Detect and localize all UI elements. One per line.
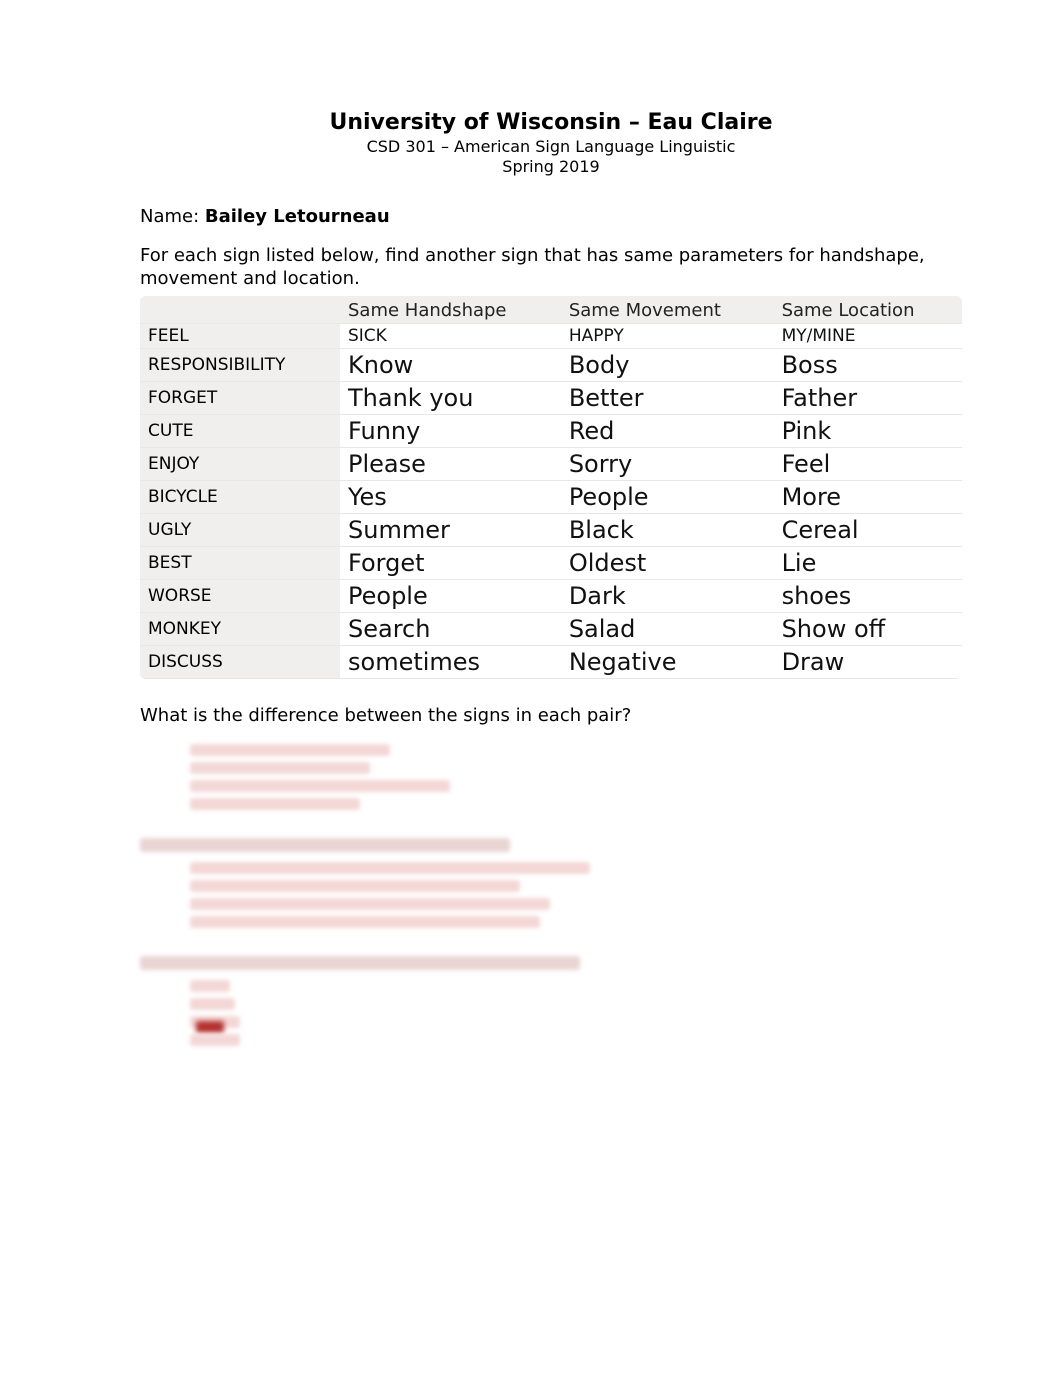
student-name-line: Name: Bailey Letourneau [140,206,962,227]
movement-cell: Dark [561,580,774,613]
handshape-cell: Funny [340,415,561,448]
location-cell: Draw [774,646,962,679]
col-sign-header [140,296,340,324]
table-row: FEELSICKHAPPYMY/MINE [140,324,962,349]
location-cell: Boss [774,349,962,382]
sign-cell: WORSE [140,580,340,613]
obscured-answers-2 [190,838,962,928]
movement-cell: Oldest [561,547,774,580]
location-cell: More [774,481,962,514]
table-row: FORGETThank youBetterFather [140,382,962,415]
movement-cell: HAPPY [561,324,774,349]
movement-cell: People [561,481,774,514]
course-line: CSD 301 – American Sign Language Linguis… [140,137,962,156]
university-title: University of Wisconsin – Eau Claire [140,110,962,135]
handshape-cell: Forget [340,547,561,580]
handshape-cell: Search [340,613,561,646]
col-handshape-header: Same Handshape [340,296,561,324]
table-row: ENJOYPleaseSorryFeel [140,448,962,481]
table-row: BESTForgetOldestLie [140,547,962,580]
sign-cell: CUTE [140,415,340,448]
handshape-cell: Yes [340,481,561,514]
handshape-cell: Know [340,349,561,382]
sign-cell: BEST [140,547,340,580]
table-row: DISCUSSsometimesNegativeDraw [140,646,962,679]
movement-cell: Better [561,382,774,415]
sign-cell: FORGET [140,382,340,415]
handshape-cell: sometimes [340,646,561,679]
movement-cell: Body [561,349,774,382]
location-cell: Lie [774,547,962,580]
location-cell: Father [774,382,962,415]
handshape-cell: Summer [340,514,561,547]
location-cell: shoes [774,580,962,613]
parameters-table-wrap: Same Handshape Same Movement Same Locati… [140,296,962,679]
table-header-row: Same Handshape Same Movement Same Locati… [140,296,962,324]
obscured-answers-1 [190,744,962,810]
movement-cell: Red [561,415,774,448]
location-cell: MY/MINE [774,324,962,349]
location-cell: Show off [774,613,962,646]
name-value: Bailey Letourneau [205,206,390,227]
document-header: University of Wisconsin – Eau Claire CSD… [140,110,962,176]
handshape-cell: SICK [340,324,561,349]
sign-cell: DISCUSS [140,646,340,679]
table-row: UGLYSummerBlackCereal [140,514,962,547]
handshape-cell: People [340,580,561,613]
col-location-header: Same Location [774,296,962,324]
movement-cell: Sorry [561,448,774,481]
table-row: CUTEFunnyRedPink [140,415,962,448]
instructions-text: For each sign listed below, find another… [140,245,962,290]
name-label: Name: [140,206,205,227]
sign-cell: MONKEY [140,613,340,646]
sign-cell: RESPONSIBILITY [140,349,340,382]
sign-cell: ENJOY [140,448,340,481]
table-row: BICYCLEYesPeopleMore [140,481,962,514]
location-cell: Pink [774,415,962,448]
table-row: MONKEYSearchSaladShow off [140,613,962,646]
table-body: FEELSICKHAPPYMY/MINERESPONSIBILITYKnowBo… [140,324,962,679]
table-row: WORSEPeopleDarkshoes [140,580,962,613]
movement-cell: Salad [561,613,774,646]
col-movement-header: Same Movement [561,296,774,324]
sign-cell: UGLY [140,514,340,547]
parameters-table: Same Handshape Same Movement Same Locati… [140,296,962,679]
location-cell: Cereal [774,514,962,547]
term-line: Spring 2019 [140,157,962,176]
handshape-cell: Please [340,448,561,481]
question-difference: What is the difference between the signs… [140,705,962,726]
table-row: RESPONSIBILITYKnowBodyBoss [140,349,962,382]
movement-cell: Black [561,514,774,547]
sign-cell: FEEL [140,324,340,349]
obscured-answers-3 [190,956,962,1046]
sign-cell: BICYCLE [140,481,340,514]
movement-cell: Negative [561,646,774,679]
location-cell: Feel [774,448,962,481]
handshape-cell: Thank you [340,382,561,415]
